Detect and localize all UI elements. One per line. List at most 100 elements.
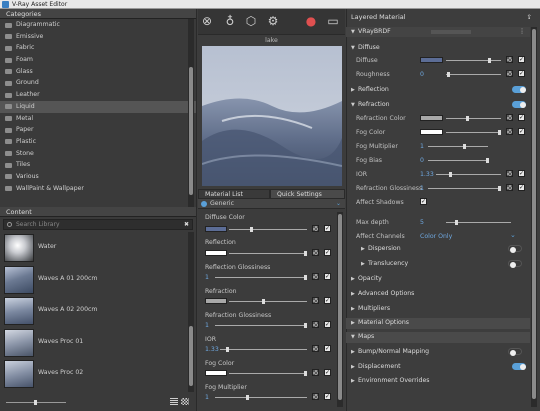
chevron-down-icon[interactable]: ⌄: [510, 231, 516, 239]
list-item[interactable]: Water: [0, 232, 196, 264]
scrollbar-thumb[interactable]: [532, 29, 536, 399]
diffuse-checkbox[interactable]: ✓: [518, 56, 525, 63]
roughness-checkbox[interactable]: ✓: [518, 70, 525, 77]
refraction-glossiness-value[interactable]: 1: [205, 322, 209, 329]
diffuse-color-swatch[interactable]: [420, 57, 443, 63]
fog-color-knob[interactable]: [304, 371, 307, 376]
materials-icon[interactable]: ⊗: [200, 14, 214, 28]
diffuse-color-swatch[interactable]: [205, 226, 227, 232]
category-item[interactable]: WallPaint & Wallpaper: [0, 183, 196, 195]
lights-icon[interactable]: ♁: [223, 14, 237, 28]
refraction-color-checkbox[interactable]: ✓: [518, 114, 525, 121]
texture-slot-icon[interactable]: [312, 369, 319, 376]
category-item[interactable]: Stone: [0, 148, 196, 160]
list-item[interactable]: Waves Proc 02: [0, 358, 196, 390]
refraction-checkbox[interactable]: ✓: [324, 297, 331, 304]
dispersion-section-header[interactable]: ▶ Dispersion: [356, 244, 530, 254]
translucency-section-header[interactable]: ▶ Translucency: [356, 259, 530, 269]
refraction-color-swatch[interactable]: [420, 115, 443, 121]
category-item[interactable]: Various: [0, 171, 196, 183]
fog-color-checkbox[interactable]: ✓: [518, 128, 525, 135]
refraction-section-header[interactable]: ▼ Refraction: [346, 100, 530, 110]
refraction-glossiness-checkbox[interactable]: ✓: [518, 184, 525, 191]
quick-settings-scrollbar[interactable]: [337, 212, 343, 407]
content-scrollbar[interactable]: [188, 232, 194, 392]
ior-slider-knob[interactable]: [449, 172, 452, 177]
scrollbar-thumb[interactable]: [338, 214, 342, 400]
category-item[interactable]: Glass: [0, 66, 196, 78]
tab-quick-settings[interactable]: Quick Settings: [270, 189, 345, 199]
frame-buffer-icon[interactable]: ▭: [326, 14, 340, 28]
ior-value[interactable]: 1.33: [205, 346, 219, 353]
roughness-slider-knob[interactable]: [447, 72, 450, 77]
ior-checkbox[interactable]: ✓: [518, 170, 525, 177]
category-item[interactable]: Emissive: [0, 31, 196, 43]
category-item-selected[interactable]: Liquid: [0, 100, 196, 113]
diffuse-slider-knob[interactable]: [488, 58, 491, 63]
brdf-name-field[interactable]: [431, 30, 471, 34]
fog-color-swatch[interactable]: [420, 129, 443, 135]
reflection-checkbox[interactable]: ✓: [324, 249, 331, 256]
scrollbar-thumb[interactable]: [189, 67, 193, 195]
fog-color-swatch[interactable]: [205, 370, 227, 376]
list-item[interactable]: Waves A 01 200cm: [0, 264, 196, 296]
affect-channels-dropdown[interactable]: Color Only: [420, 233, 452, 240]
reflection-section-header[interactable]: ▶ Reflection: [346, 85, 530, 95]
slider-knob[interactable]: [34, 400, 37, 405]
translucency-toggle[interactable]: [508, 260, 522, 268]
bump-normal-toggle[interactable]: [508, 348, 522, 356]
reflection-swatch[interactable]: [205, 250, 227, 256]
reflection-slider-knob[interactable]: [304, 251, 307, 256]
save-icon[interactable]: ⇪: [527, 11, 532, 23]
texture-slot-icon[interactable]: [312, 321, 319, 328]
refraction-toggle[interactable]: [512, 101, 526, 108]
ior-slider-knob[interactable]: [226, 347, 229, 352]
chevron-down-icon[interactable]: ⌄: [336, 199, 341, 209]
refraction-swatch[interactable]: [205, 298, 227, 304]
texture-slot-icon[interactable]: [312, 345, 319, 352]
vraybrdf-header[interactable]: ▼ VRayBRDF ⋮: [346, 27, 530, 37]
texture-slot-icon[interactable]: [506, 128, 513, 135]
list-item[interactable]: Waves Proc 01: [0, 327, 196, 359]
thumbnail-size-slider[interactable]: [6, 400, 66, 406]
generic-dropdown[interactable]: Generic ⌄: [198, 199, 345, 209]
category-item[interactable]: Tiles: [0, 159, 196, 171]
max-depth-knob[interactable]: [455, 220, 458, 225]
maps-section-header[interactable]: ▼ Maps: [346, 332, 530, 343]
category-item[interactable]: Leather: [0, 89, 196, 101]
fog-multiplier-checkbox[interactable]: ✓: [324, 393, 331, 400]
opacity-section-header[interactable]: ▶ Opacity: [346, 274, 530, 284]
category-item[interactable]: Plastic: [0, 136, 196, 148]
diffuse-section-header[interactable]: ▼ Diffuse: [346, 43, 530, 53]
fog-bias-value[interactable]: 0: [420, 157, 424, 164]
reflection-glossiness-value[interactable]: 1: [205, 274, 209, 281]
right-panel-scrollbar[interactable]: [531, 27, 537, 407]
affect-shadows-checkbox[interactable]: ✓: [420, 198, 427, 205]
displacement-section-header[interactable]: ▶ Displacement: [346, 362, 530, 372]
diffuse-checkbox[interactable]: ✓: [324, 225, 331, 232]
categories-scrollbar[interactable]: [188, 19, 194, 207]
search-input[interactable]: Search Library ✖: [3, 219, 193, 230]
texture-slot-icon[interactable]: [506, 114, 513, 121]
refraction-color-knob[interactable]: [466, 116, 469, 121]
texture-slot-icon[interactable]: [506, 56, 513, 63]
displacement-toggle[interactable]: [512, 363, 526, 370]
clear-icon[interactable]: ✖: [184, 220, 189, 229]
category-item[interactable]: Paper: [0, 124, 196, 136]
max-depth-value[interactable]: 5: [420, 219, 424, 226]
menu-icon[interactable]: ⋮: [519, 27, 525, 37]
texture-slot-icon[interactable]: [312, 297, 319, 304]
reflection-glossiness-checkbox[interactable]: ✓: [324, 273, 331, 280]
fog-multiplier-knob[interactable]: [463, 144, 466, 149]
category-item[interactable]: Diagrammatic: [0, 19, 196, 31]
reflection-glossiness-knob[interactable]: [304, 275, 307, 280]
texture-slot-icon[interactable]: [312, 273, 319, 280]
refraction-glossiness-knob[interactable]: [498, 186, 501, 191]
refraction-glossiness-checkbox[interactable]: ✓: [324, 321, 331, 328]
fog-bias-knob[interactable]: [486, 158, 489, 163]
category-item[interactable]: Foam: [0, 54, 196, 66]
ior-checkbox[interactable]: ✓: [324, 345, 331, 352]
texture-slot-icon[interactable]: [312, 225, 319, 232]
fog-multiplier-value[interactable]: 1: [205, 394, 209, 401]
multipliers-section-header[interactable]: ▶ Multipliers: [346, 304, 530, 314]
